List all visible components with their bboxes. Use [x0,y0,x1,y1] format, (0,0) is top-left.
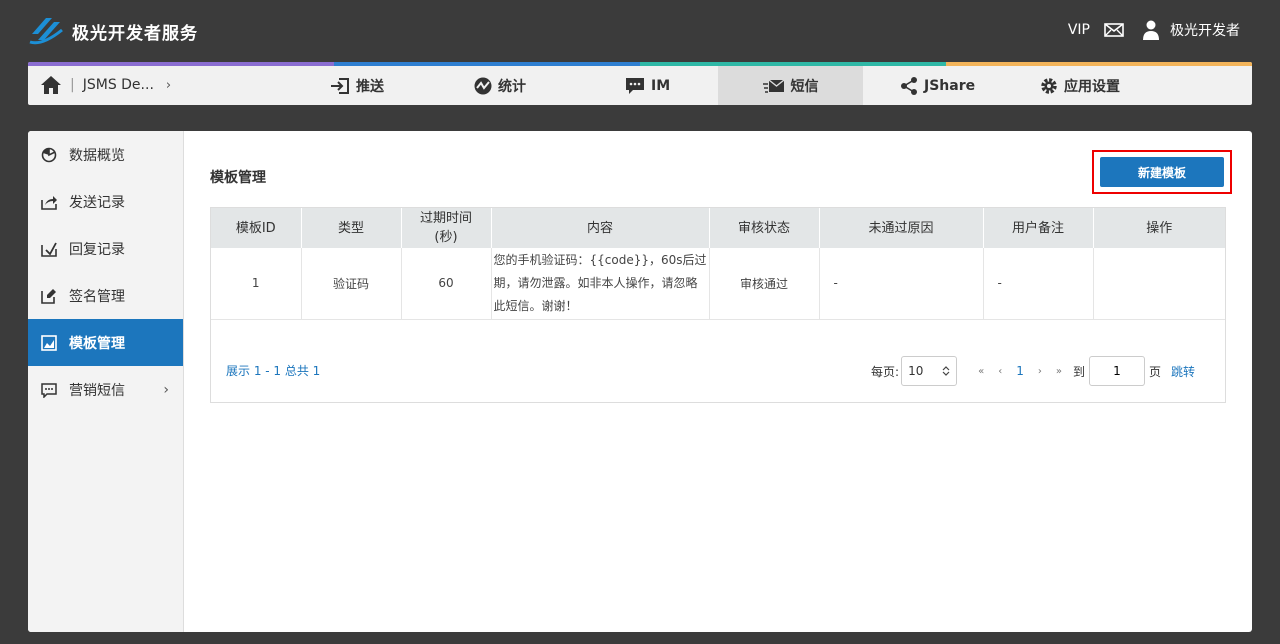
cell-template-id: 1 [211,248,302,320]
app-separator: | [70,77,75,93]
new-template-button[interactable]: 新建模板 [1100,157,1224,187]
goto-label: 到 [1072,364,1085,379]
jump-button[interactable]: 跳转 [1171,363,1195,380]
jiguang-logo-icon[interactable] [28,12,64,48]
sidebar-item-data-overview[interactable]: 数据概览 [28,131,183,178]
signature-icon [41,288,56,304]
nav-tab-jshare[interactable]: JShare [900,66,975,105]
gear-icon [1041,77,1057,94]
per-page-select[interactable]: 10 [901,356,958,386]
reply-record-icon [41,242,57,257]
marketing-sms-icon [41,382,57,398]
cell-content: 您的手机验证码：{{code}}，60s后过期，请勿泄露。如非本人操作，请忽略此… [491,248,710,320]
template-table: 模板ID 类型 过期时间(秒) 内容 审核状态 未通过原因 用户备注 操作 1 … [211,208,1225,320]
app-selector[interactable]: | JSMS De... › [40,75,171,95]
sms-icon [762,78,784,93]
cell-review-status: 审核通过 [709,248,820,320]
cell-reject-reason: - [819,248,984,320]
top-header: 极光开发者服务 VIP 极光开发者 [0,0,1280,62]
chevron-right-icon[interactable]: › [166,78,171,93]
pagination-controls: 每页: 10 « ‹ 1 › » 到 页 跳转 [871,356,1195,386]
header-actions: VIP 极光开发者 [1068,20,1240,40]
page-title: 模板管理 [210,170,266,186]
sidebar-item-reply-records[interactable]: 回复记录 [28,225,183,272]
sidebar-item-signature[interactable]: 签名管理 [28,272,183,319]
vip-link[interactable]: VIP [1068,22,1090,38]
column-header-expire-time: 过期时间(秒) [401,208,492,248]
last-page-button[interactable]: » [1056,366,1062,377]
column-header-user-remark: 用户备注 [983,208,1094,248]
per-page-label: 每页: [871,364,900,379]
pagination: 展示 1 - 1 总共 1 每页: 10 « ‹ 1 › » 到 1 页 跳转 [211,320,1225,392]
main-panel: 数据概览 发送记录 回复记录 签名管理 模板管理 营销短信 › 模板管理 新建模… [28,131,1252,632]
cell-type: 验证码 [301,248,402,320]
select-updown-icon [942,366,950,376]
column-header-review-status: 审核状态 [709,208,820,248]
template-icon [41,334,57,351]
next-page-button[interactable]: › [1038,366,1042,377]
new-template-button-highlight: 新建模板 [1092,150,1232,194]
nav-tab-app-settings[interactable]: 应用设置 [1040,66,1120,105]
app-name[interactable]: JSMS De... [83,77,154,93]
page-number-current[interactable]: 1 [1016,364,1024,378]
column-header-type: 类型 [301,208,402,248]
page-suffix-label: 页 [1148,364,1161,379]
app-nav-bar: | JSMS De... › 推送 统计 IM 短信 JShare 应用设置 [28,62,1252,105]
sidebar-item-send-records[interactable]: 发送记录 [28,178,183,225]
goto-page-input[interactable] [1088,356,1145,386]
column-header-content: 内容 [491,208,710,248]
nav-tab-sms[interactable]: 短信 [718,66,863,105]
im-icon [626,77,644,94]
mail-icon[interactable] [1104,23,1124,37]
nav-tab-stats[interactable]: 统计 [474,66,526,105]
table-header-row: 模板ID 类型 过期时间(秒) 内容 审核状态 未通过原因 用户备注 操作 [211,208,1225,248]
nav-tab-push[interactable]: 推送 [330,66,384,105]
stats-icon [474,77,492,94]
template-table-container: 模板ID 类型 过期时间(秒) 内容 审核状态 未通过原因 用户备注 操作 1 … [210,207,1226,403]
share-icon [901,76,917,95]
home-icon[interactable] [40,75,62,95]
table-row: 1 验证码 60 您的手机验证码：{{code}}，60s后过期，请勿泄露。如非… [211,248,1225,320]
column-header-actions: 操作 [1093,208,1225,248]
first-page-button[interactable]: « [978,366,984,377]
sidebar-item-marketing-sms[interactable]: 营销短信 › [28,366,183,413]
sidebar-item-template[interactable]: 模板管理 [28,319,183,366]
content-area: 模板管理 新建模板 模板ID 类型 过期时间(秒) 内容 审核状态 未通过原因 [184,131,1252,632]
push-icon [331,77,349,94]
user-name[interactable]: 极光开发者 [1170,20,1240,40]
pie-chart-icon [41,147,57,162]
prev-page-button[interactable]: ‹ [998,366,1002,377]
sidebar: 数据概览 发送记录 回复记录 签名管理 模板管理 营销短信 › [28,131,184,632]
column-header-template-id: 模板ID [211,208,302,248]
user-avatar-icon[interactable] [1142,20,1160,40]
column-header-reject-reason: 未通过原因 [819,208,984,248]
nav-tab-im[interactable]: IM [625,66,670,105]
chevron-right-icon: › [163,381,169,398]
per-page-value: 10 [908,364,924,378]
cell-expire-time: 60 [401,248,492,320]
cell-actions [1093,248,1225,320]
pagination-summary: 展示 1 - 1 总共 1 [226,364,321,378]
send-record-icon [41,195,57,210]
brand-name[interactable]: 极光开发者服务 [72,19,198,44]
cell-user-remark: - [983,248,1094,320]
